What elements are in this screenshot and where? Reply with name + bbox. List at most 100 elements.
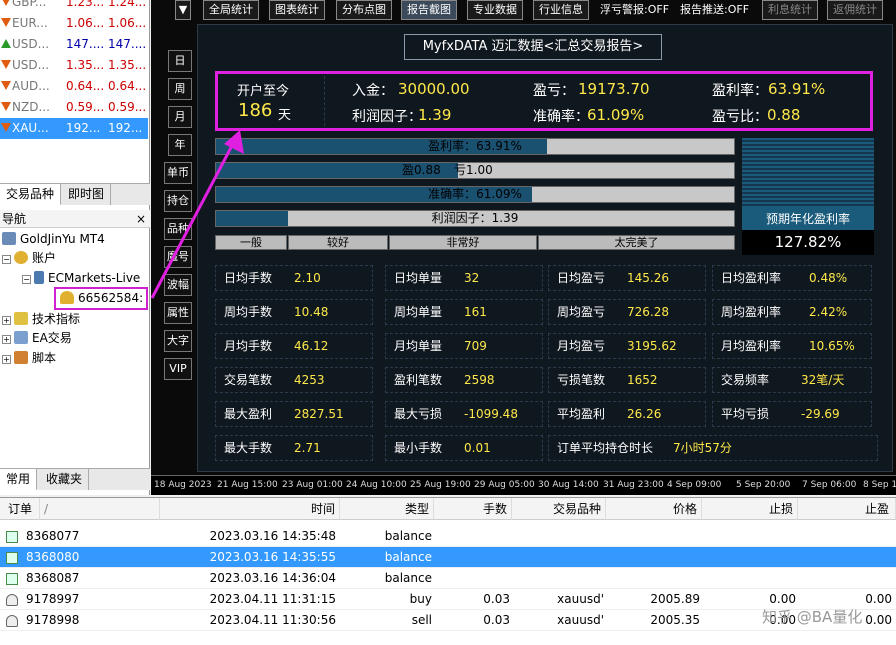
since-open-box: 开户至今 186 天	[225, 76, 325, 126]
quote-row[interactable]: NZD... 0.59... 0.59...	[0, 97, 148, 118]
chart-stats-button[interactable]: 图表统计	[269, 0, 325, 20]
accuracy-label: 准确率：	[533, 109, 589, 125]
side-button[interactable]: 周	[168, 78, 192, 100]
table-row[interactable]: 8368077 2023.03.16 14:35:48 balance	[0, 526, 896, 547]
stat-label: 最大盈利	[224, 407, 273, 421]
days-unit: 天	[278, 108, 292, 123]
market-tabs: 交易品种 即时图	[0, 183, 150, 205]
col-sl[interactable]: 止损	[702, 498, 798, 520]
tab-symbols[interactable]: 交易品种	[0, 184, 62, 205]
nav-terminal[interactable]: GoldJinYu MT4	[2, 229, 105, 249]
side-button[interactable]: 日	[168, 50, 192, 72]
col-price[interactable]: 价格	[606, 498, 702, 520]
collapse-icon[interactable]: −	[2, 255, 11, 264]
side-button[interactable]: VIP	[164, 358, 192, 380]
tab-common[interactable]: 常用	[0, 469, 38, 490]
stat-label: 周均手数	[224, 305, 273, 319]
side-button[interactable]: 属性	[164, 302, 192, 324]
quote-symbol: USD...	[12, 37, 50, 51]
cell-price: 2005.89	[650, 592, 700, 606]
nav-broker[interactable]: − ECMarkets-Live	[22, 268, 140, 288]
nav-indicators-label: 技术指标	[32, 312, 81, 326]
quote-row[interactable]: AUD... 0.64... 0.64...	[0, 76, 148, 97]
industry-info-button[interactable]: 行业信息	[533, 0, 589, 20]
accuracy-value: 61.09%	[587, 106, 645, 124]
rating-level: 非常好	[389, 235, 537, 250]
terminal-icon	[2, 232, 16, 245]
stat-label: 日均单量	[394, 271, 443, 285]
side-button[interactable]: 月	[168, 106, 192, 128]
quote-row[interactable]: GBP... 1.23... 1.24...	[0, 0, 148, 13]
table-row[interactable]: 8368087 2023.03.16 14:36:04 balance	[0, 568, 896, 589]
cell-lots: 0.03	[483, 613, 510, 627]
cell-price: 2005.35	[650, 613, 700, 627]
quote-ask: 192...	[108, 121, 143, 135]
rebate-stats-button[interactable]: 返佣统计	[827, 0, 883, 20]
tab-favorites[interactable]: 收藏夹	[40, 469, 90, 490]
nav-ea[interactable]: + EA交易	[2, 328, 72, 348]
cell-order: 9178998	[26, 613, 80, 627]
quote-symbol: NZD...	[12, 100, 50, 114]
loss-alert-toggle[interactable]: 浮亏警报:OFF	[600, 0, 669, 20]
stat-value: 32	[464, 271, 480, 285]
nav-account-label: 66562584:	[78, 291, 144, 305]
nav-scripts[interactable]: + 脚本	[2, 348, 56, 368]
col-order[interactable]: 订单	[0, 498, 40, 520]
dropdown-button[interactable]: ▼	[175, 0, 191, 20]
stat-label: 日均盈亏	[557, 271, 606, 285]
quote-row[interactable]: USD... 147.... 147....	[0, 34, 148, 55]
close-icon[interactable]: ×	[136, 210, 146, 228]
projection-stripes	[742, 138, 874, 208]
nav-indicators[interactable]: + 技术指标	[2, 309, 80, 329]
stat-cell: 日均盈利率 0.48%	[712, 265, 872, 291]
report-push-toggle[interactable]: 报告推送:OFF	[680, 0, 749, 20]
profit-label: 盈亏：	[533, 83, 575, 99]
cell-order: 8368077	[26, 529, 80, 543]
stat-label: 盈利笔数	[394, 373, 443, 387]
time-tick-label: 31 Aug 23:00	[603, 480, 664, 490]
nav-scripts-label: 脚本	[32, 351, 57, 365]
stat-label: 平均盈利	[557, 407, 606, 421]
projection-label: 预期年化盈利率	[742, 208, 874, 230]
report-screenshot-button[interactable]: 报告截图	[401, 0, 457, 20]
stat-label: 交易频率	[721, 373, 770, 387]
expand-icon[interactable]: +	[2, 355, 11, 364]
col-lots[interactable]: 手数	[434, 498, 512, 520]
ratio-bar: 利润因子：1.39	[215, 210, 735, 227]
col-time[interactable]: 时间	[160, 498, 340, 520]
cell-type: buy	[409, 592, 432, 606]
time-tick-label: 21 Aug 15:00	[217, 480, 278, 490]
stat-label: 日均盈利率	[721, 271, 782, 285]
expand-icon[interactable]: +	[2, 316, 11, 325]
quote-row[interactable]: XAU... 192... 192...	[0, 118, 148, 139]
stat-cell: 月均盈利率 10.65%	[712, 333, 872, 359]
quote-ask: 147....	[108, 37, 147, 51]
stat-value: 1652	[627, 373, 658, 387]
quote-bid: 147....	[66, 37, 105, 51]
tab-tick-chart[interactable]: 即时图	[62, 184, 112, 205]
cell-time: 2023.04.11 11:31:15	[209, 592, 336, 606]
side-button[interactable]: 大字	[164, 330, 192, 352]
quote-row[interactable]: EUR... 1.06... 1.06...	[0, 13, 148, 34]
col-symbol[interactable]: 交易品种	[512, 498, 606, 520]
stat-label: 月均盈亏	[557, 339, 606, 353]
nav-account[interactable]: 66562584:	[60, 288, 143, 308]
expand-icon[interactable]: +	[2, 335, 11, 344]
nav-accounts[interactable]: − 账户	[2, 248, 56, 268]
col-tp[interactable]: 止盈	[798, 498, 896, 520]
pro-data-button[interactable]: 专业数据	[467, 0, 523, 20]
col-sort[interactable]: /	[40, 498, 160, 520]
global-stats-button[interactable]: 全局统计	[203, 0, 259, 20]
col-type[interactable]: 类型	[340, 498, 434, 520]
stat-value: 3195.62	[627, 339, 677, 353]
quote-row[interactable]: USD... 1.35... 1.35...	[0, 55, 148, 76]
stat-label: 最大手数	[224, 441, 273, 455]
balance-icon	[6, 573, 18, 585]
distribution-button[interactable]: 分布点图	[336, 0, 392, 20]
table-row[interactable]: 8368080 2023.03.16 14:35:55 balance	[0, 547, 896, 568]
stat-value: 0.01	[464, 441, 491, 455]
collapse-icon[interactable]: −	[22, 275, 31, 284]
quote-symbol: XAU...	[12, 121, 49, 135]
interest-stats-button[interactable]: 利息统计	[762, 0, 818, 20]
stat-value: 2827.51	[294, 407, 344, 421]
